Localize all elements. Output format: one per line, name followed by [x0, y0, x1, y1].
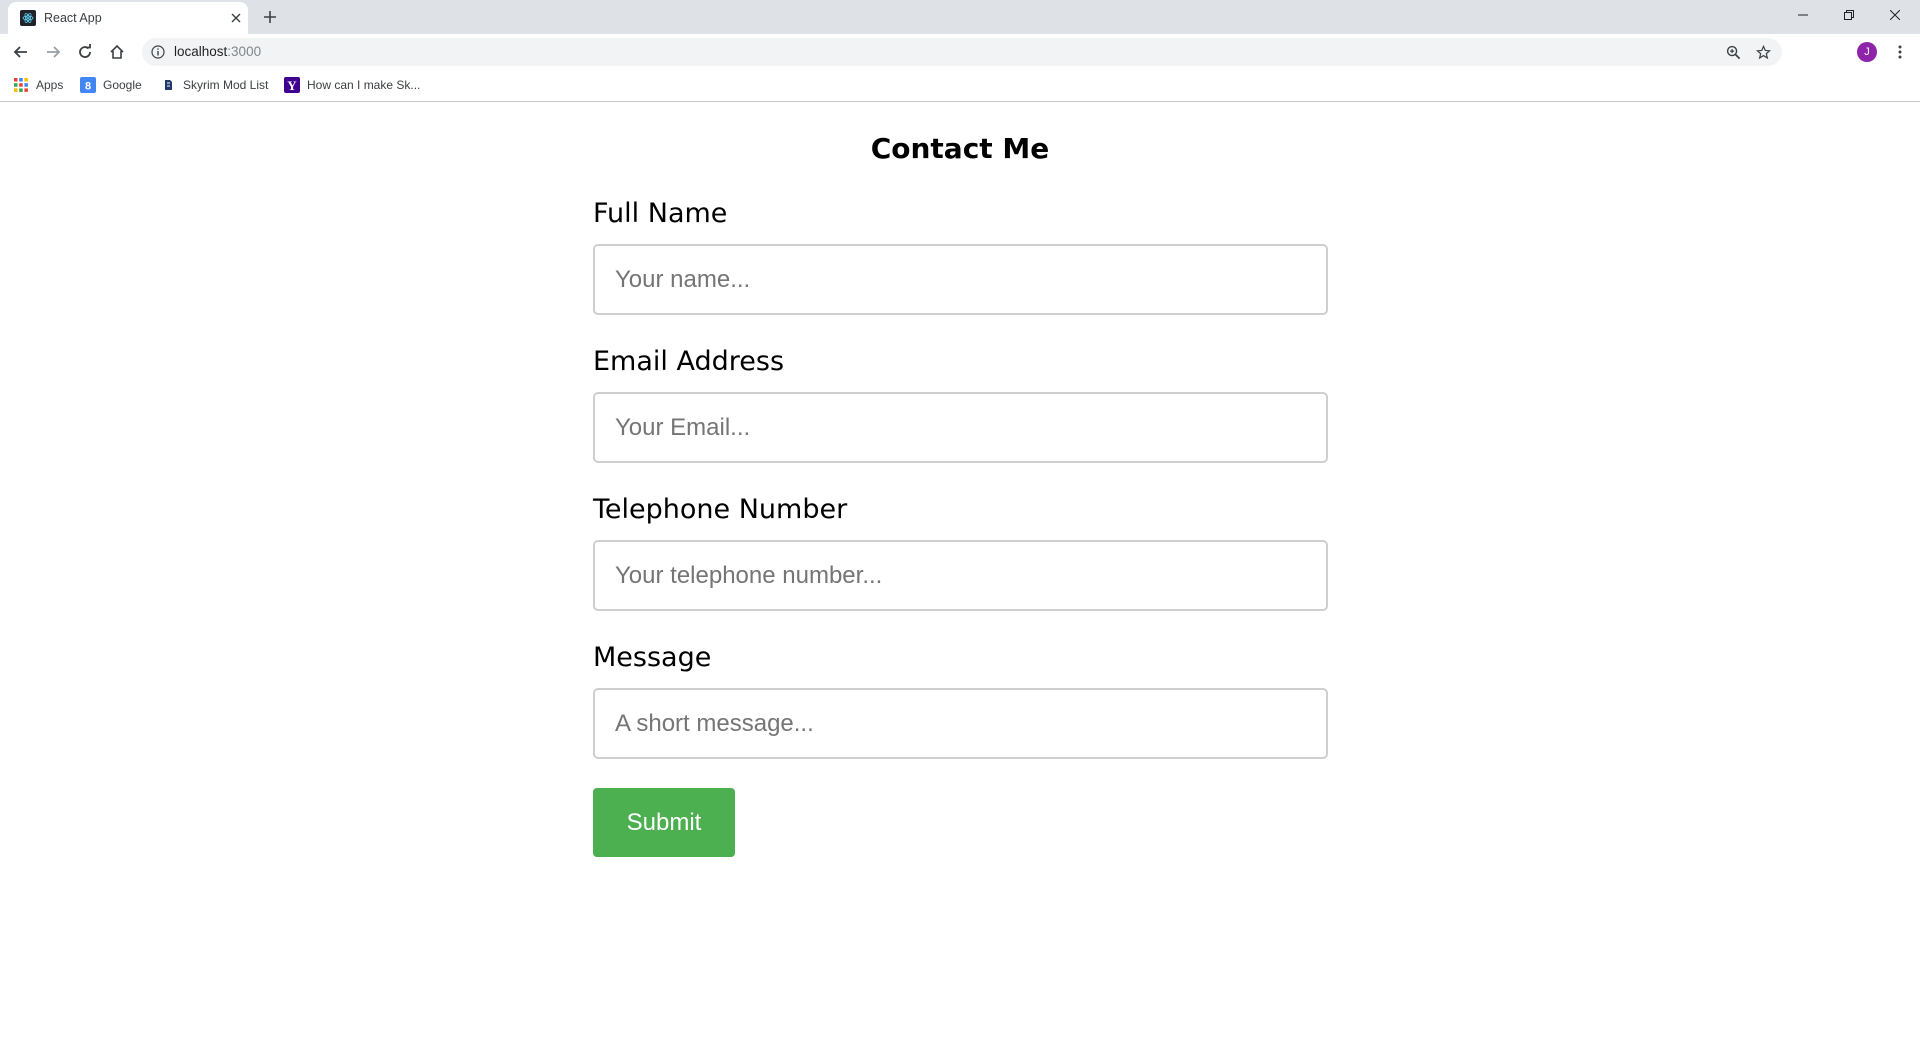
- browser-tab[interactable]: React App: [8, 2, 248, 34]
- bookmarks-bar: Apps 8 Google Skyrim Mod List Y How can …: [0, 70, 1920, 102]
- bookmark-label: Google: [103, 78, 142, 92]
- profile-avatar[interactable]: J: [1857, 42, 1877, 62]
- email-address-label: Email Address: [593, 346, 785, 377]
- apps-grid-icon: [13, 77, 29, 93]
- kebab-menu-icon[interactable]: [1888, 40, 1912, 64]
- new-tab-icon[interactable]: [260, 7, 280, 27]
- bookmark-google[interactable]: 8 Google: [80, 77, 142, 93]
- back-arrow-icon[interactable]: [9, 40, 33, 64]
- restore-icon[interactable]: [1826, 0, 1872, 30]
- submit-button[interactable]: Submit: [593, 788, 735, 857]
- info-icon[interactable]: [150, 44, 166, 60]
- svg-text:Y: Y: [287, 78, 297, 93]
- full-name-input[interactable]: [593, 244, 1328, 315]
- google-favicon-icon: 8: [80, 77, 96, 93]
- page-title: Contact Me: [870, 132, 1050, 165]
- message-label: Message: [593, 642, 712, 673]
- minimize-icon[interactable]: [1780, 0, 1826, 30]
- bookmark-apps[interactable]: Apps: [13, 77, 63, 93]
- svg-text:8: 8: [85, 81, 91, 93]
- url-text: localhost:3000: [174, 44, 261, 59]
- telephone-input[interactable]: [593, 540, 1328, 611]
- close-tab-icon[interactable]: [226, 8, 246, 28]
- zoom-icon[interactable]: [1724, 43, 1742, 61]
- browser-toolbar: localhost:3000 J: [0, 34, 1920, 70]
- tab-strip: React App: [0, 0, 1920, 34]
- skyrim-favicon-icon: [160, 77, 176, 93]
- email-input[interactable]: [593, 392, 1328, 463]
- tab-title: React App: [44, 11, 102, 25]
- full-name-label: Full Name: [593, 198, 728, 229]
- bookmark-label: How can I make Sk...: [307, 78, 421, 92]
- bookmark-star-icon[interactable]: [1754, 43, 1772, 61]
- page-content: Contact Me Full Name Email Address Telep…: [0, 102, 1920, 1040]
- bookmark-label: Apps: [36, 78, 64, 92]
- telephone-number-label: Telephone Number: [593, 494, 848, 525]
- bookmark-label: Skyrim Mod List: [183, 78, 269, 92]
- home-icon[interactable]: [105, 40, 129, 64]
- react-favicon-icon: [20, 10, 36, 26]
- message-input[interactable]: [593, 688, 1328, 759]
- close-window-icon[interactable]: [1872, 0, 1918, 30]
- url-port: :3000: [227, 44, 262, 59]
- url-host: localhost: [174, 44, 228, 59]
- reload-icon[interactable]: [73, 40, 97, 64]
- forward-arrow-icon[interactable]: [41, 40, 65, 64]
- bookmark-yahoo[interactable]: Y How can I make Sk...: [284, 77, 420, 93]
- yahoo-favicon-icon: Y: [284, 77, 300, 93]
- bookmark-skyrim-mod-list[interactable]: Skyrim Mod List: [160, 77, 268, 93]
- address-bar[interactable]: localhost:3000: [142, 38, 1782, 66]
